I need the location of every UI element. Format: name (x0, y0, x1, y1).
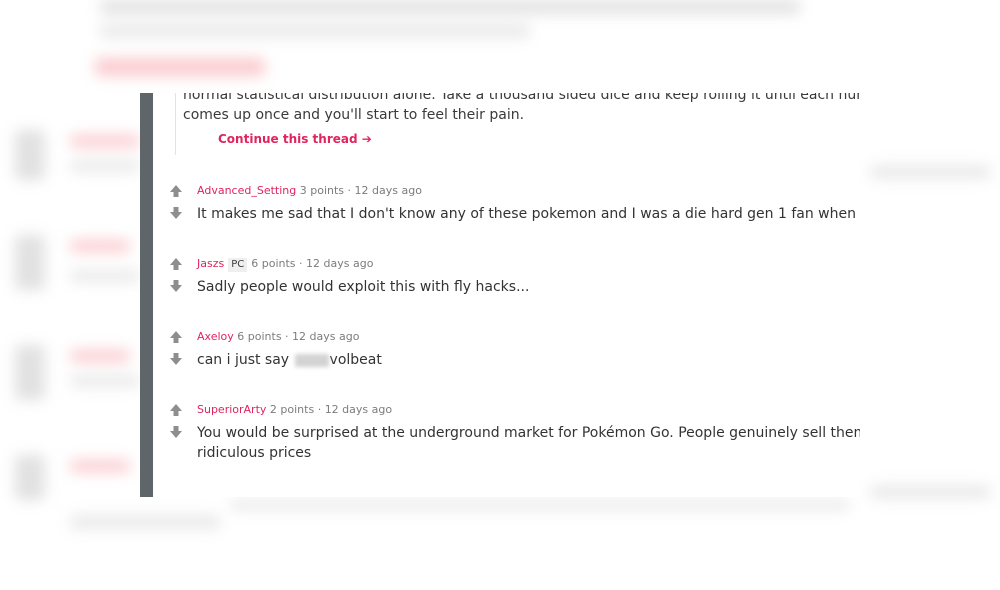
previous-comment-line: comes up once and you'll start to feel t… (183, 107, 525, 123)
comment-body: It makes me sad that I don't know any of… (197, 204, 860, 224)
comment-body-line: ridiculous prices (197, 445, 312, 461)
downvote-arrow-icon[interactable] (169, 425, 185, 441)
upvote-arrow-icon[interactable] (169, 257, 185, 273)
downvote-arrow-icon[interactable] (169, 352, 185, 368)
vote-controls (169, 403, 185, 447)
meta-separator: · (285, 330, 289, 343)
comment-time: 12 days ago (292, 330, 360, 343)
comment-body-line: You would be surprised at the undergroun… (197, 425, 860, 441)
vote-controls (169, 257, 185, 301)
upvote-arrow-icon[interactable] (169, 330, 185, 346)
user-flair: PC (228, 258, 248, 272)
comment-body-text: volbeat (329, 352, 382, 368)
comment-author[interactable]: Jaszs (197, 257, 224, 270)
vote-controls (169, 184, 185, 228)
previous-comment-line: normal statistical distribution alone. T… (183, 93, 860, 103)
comment-points: 6 points (237, 330, 282, 343)
upvote-arrow-icon[interactable] (169, 184, 185, 200)
continue-thread-label: Continue this thread (218, 132, 358, 146)
comment-body: can i just say volbeat (197, 350, 860, 370)
meta-separator: · (299, 257, 303, 270)
comment-points: 2 points (269, 403, 315, 416)
comment-author[interactable]: SuperiorArty (197, 403, 266, 416)
screenshot-stage: normal statistical distribution alone. T… (0, 0, 1000, 590)
comment-body-text: can i just say (197, 352, 290, 368)
comment-body: Sadly people would exploit this with fly… (197, 277, 860, 297)
comment-meta: SuperiorArty 2 points · 12 days ago (197, 403, 392, 417)
censored-word (294, 353, 329, 367)
comment-body: You would be surprised at the undergroun… (197, 423, 860, 463)
comment-time: 12 days ago (324, 403, 393, 416)
comment-time: 12 days ago (354, 184, 422, 197)
comment-body-line: Sadly people would exploit this with fly… (197, 279, 530, 295)
thread-indent-line[interactable] (175, 93, 176, 155)
comment-author[interactable]: Advanced_Setting (197, 184, 296, 197)
vote-controls (169, 330, 185, 374)
comment-time: 12 days ago (306, 257, 374, 270)
comment-meta: Jaszs PC 6 points · 12 days ago (197, 257, 373, 272)
downvote-arrow-icon[interactable] (169, 279, 185, 295)
comment-points: 6 points (251, 257, 296, 270)
comment-meta: Advanced_Setting 3 points · 12 days ago (197, 184, 422, 198)
comment-thread-card: normal statistical distribution alone. T… (140, 93, 860, 497)
comment-author[interactable]: Axeloy (197, 330, 234, 343)
arrow-right-icon: ➔ (361, 132, 372, 146)
previous-comment-body: normal statistical distribution alone. T… (183, 93, 860, 125)
continue-thread-link[interactable]: Continue this thread ➔ (218, 132, 372, 146)
downvote-arrow-icon[interactable] (169, 206, 185, 222)
meta-separator: · (317, 403, 322, 416)
meta-separator: · (347, 184, 352, 197)
comment-body-line: It makes me sad that I don't know any of… (197, 206, 860, 222)
comment-meta: Axeloy 6 points · 12 days ago (197, 330, 359, 344)
comment-points: 3 points (299, 184, 345, 197)
upvote-arrow-icon[interactable] (169, 403, 185, 419)
thread-collapse-rail[interactable] (140, 93, 153, 497)
